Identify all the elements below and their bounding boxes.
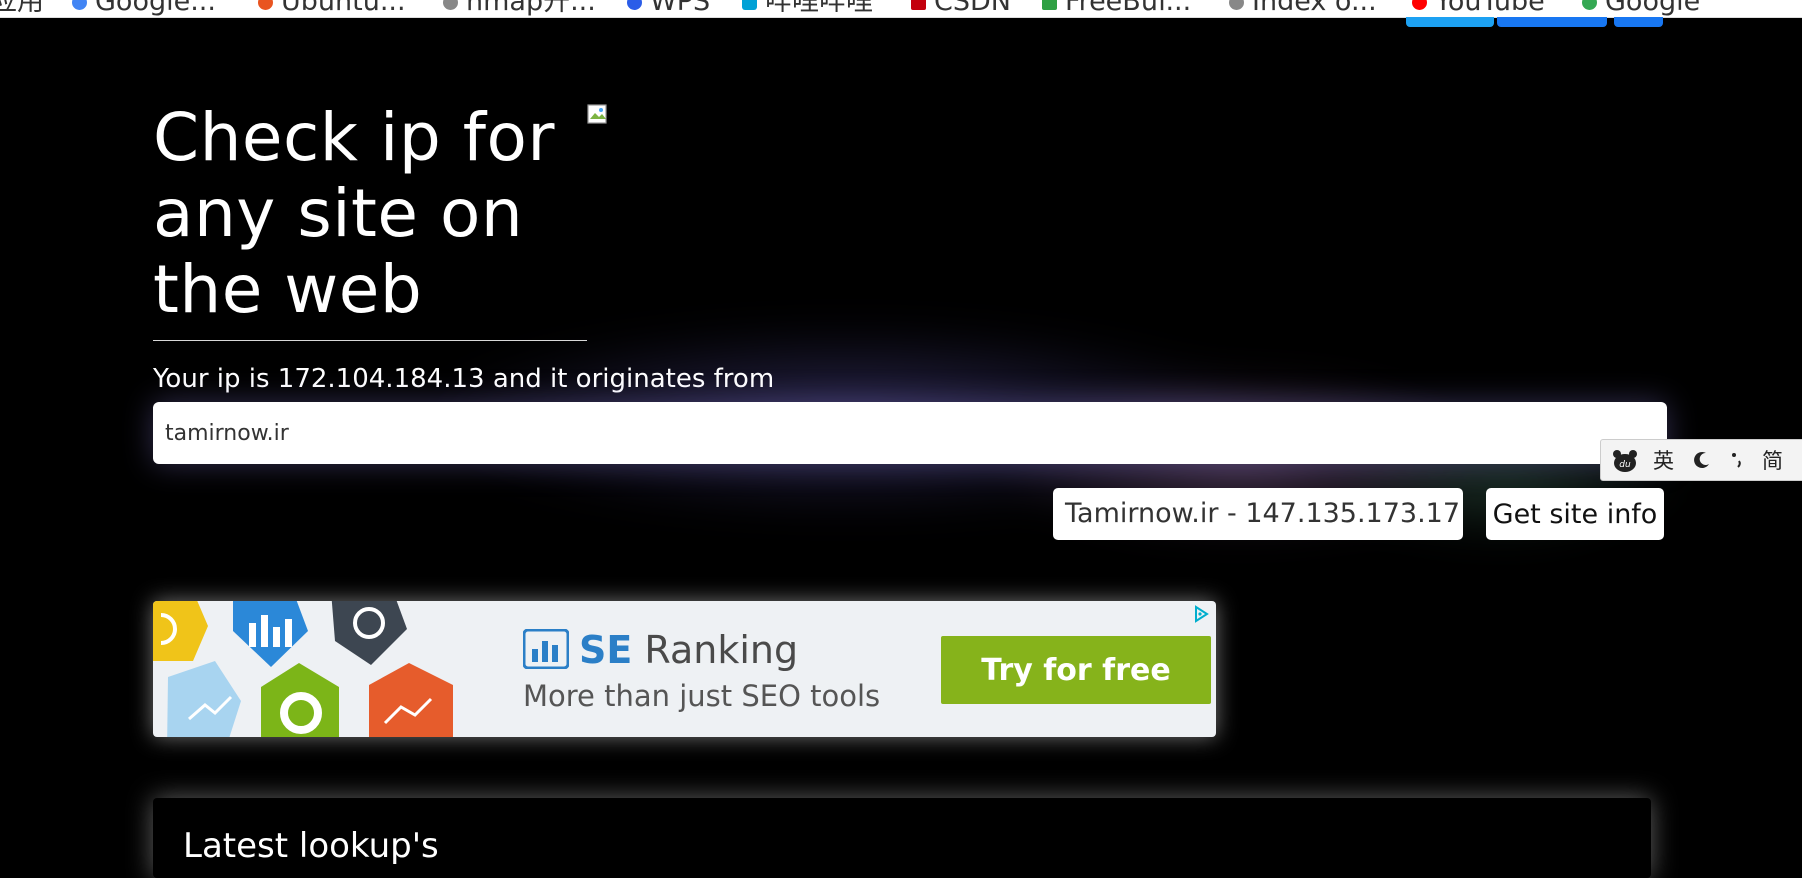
bookmark-label: 应用 (0, 0, 44, 17)
title-line: Check ip for (153, 99, 555, 176)
bookmark-label: WPS (650, 0, 711, 17)
your-ip-text: Your ip is 172.104.184.13 and it origina… (153, 364, 775, 394)
facebook-share-button[interactable] (1497, 17, 1607, 27)
bookmark-label: FreeBuf... (1065, 0, 1192, 17)
lookup-result: Tamirnow.ir - 147.135.173.17 - (1053, 488, 1463, 540)
baidu-paw-icon[interactable]: du (1611, 448, 1639, 472)
bookmark-csdn[interactable]: CSDN (911, 0, 1011, 16)
globe-icon (1229, 0, 1244, 10)
adchoices-icon[interactable] (1192, 605, 1210, 623)
ad-brand-rest: Ranking (632, 628, 799, 672)
bookmark-label: YouTube (1435, 0, 1545, 17)
ad-hexagon-graphics (153, 601, 453, 737)
moon-icon[interactable] (1692, 450, 1712, 470)
ad-tagline: More than just SEO tools (523, 679, 881, 713)
freebuf-icon (1042, 0, 1057, 10)
bookmark-label: Ubuntu... (281, 0, 406, 17)
bookmark-youtube[interactable]: YouTube (1412, 0, 1545, 16)
bookmark-label: 哔哩哔哩 (765, 0, 873, 17)
ime-english-toggle[interactable]: 英 (1653, 445, 1674, 475)
bookmark-google[interactable]: Google... (72, 0, 216, 16)
punctuation-icon[interactable] (1730, 450, 1744, 470)
google-icon (72, 0, 87, 10)
google-icon (1582, 0, 1597, 10)
youtube-icon (1412, 0, 1427, 10)
bar-chart-icon (523, 629, 569, 669)
bookmark-index[interactable]: Index o... (1229, 0, 1377, 16)
title-divider (153, 340, 587, 341)
ime-simplified-toggle[interactable]: 简 (1762, 445, 1783, 475)
globe-icon (443, 0, 458, 10)
title-line: the web (153, 251, 423, 328)
ad-banner[interactable]: SE Ranking More than just SEO tools Try … (153, 601, 1216, 737)
twitter-share-button[interactable] (1406, 17, 1494, 27)
svg-text:du: du (1619, 460, 1631, 470)
bookmark-bilibili[interactable]: 哔哩哔哩 (742, 0, 873, 16)
bookmark-google-2[interactable]: Google (1582, 0, 1700, 16)
csdn-icon (911, 0, 926, 10)
broken-image-icon (587, 104, 607, 124)
page-title: Check ip for any site on the web (153, 100, 593, 328)
bilibili-icon (742, 0, 757, 10)
bookmark-label: nmap开... (466, 0, 596, 17)
ad-brand-bold: SE (579, 628, 633, 672)
ime-toolbar: du 英 简 (1600, 439, 1802, 481)
site-input[interactable] (153, 402, 1667, 464)
ubuntu-icon (258, 0, 273, 10)
bookmark-label: Index o... (1252, 0, 1377, 17)
bookmark-ubuntu[interactable]: Ubuntu... (258, 0, 406, 16)
bookmark-nmap[interactable]: nmap开... (443, 0, 596, 16)
bookmark-label: Google (1605, 0, 1701, 17)
latest-lookups-heading: Latest lookup's (183, 826, 439, 866)
bookmark-label: CSDN (934, 0, 1011, 17)
ad-try-for-free-button[interactable]: Try for free (941, 636, 1211, 704)
bookmark-freebuf[interactable]: FreeBuf... (1042, 0, 1191, 16)
bookmark-wps[interactable]: WPS (627, 0, 710, 16)
latest-lookups-card: Latest lookup's (153, 798, 1651, 878)
bookmark-apps[interactable]: 应用 (0, 0, 44, 16)
wps-icon (627, 0, 642, 10)
get-site-info-button[interactable]: Get site info (1486, 488, 1664, 540)
title-line: any site on (153, 175, 524, 252)
bookmark-label: Google... (95, 0, 216, 17)
ad-brand-name: SE Ranking (579, 627, 798, 673)
bookmarks-bar: 应用 Google... Ubuntu... nmap开... WPS 哔哩哔哩… (0, 0, 1802, 18)
email-share-button[interactable] (1614, 17, 1663, 27)
